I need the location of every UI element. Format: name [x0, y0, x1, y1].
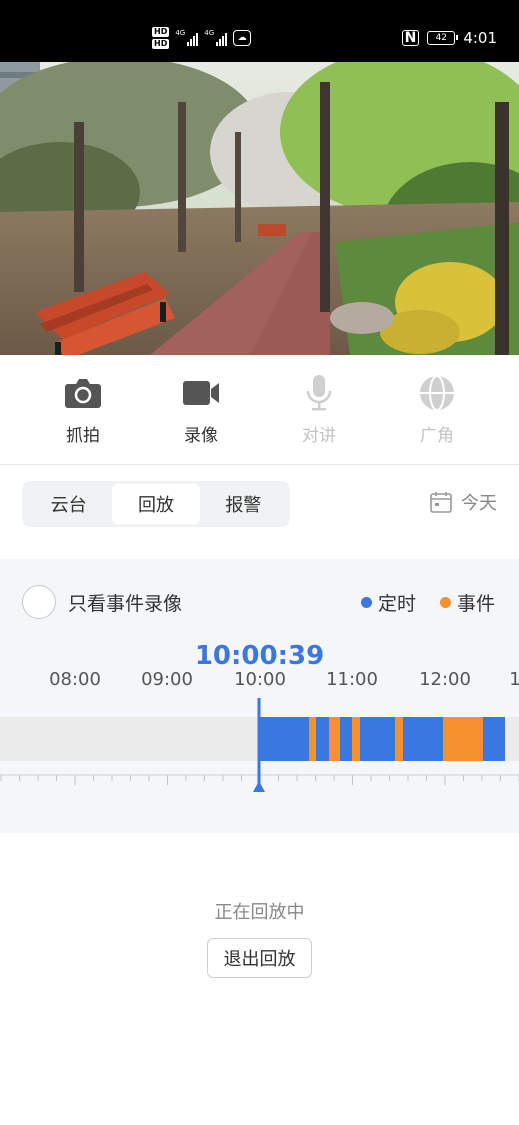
tick-label-1000: 10:00 [234, 669, 286, 690]
timeline-legend: 定时 事件 [360, 589, 495, 616]
signal-icon-2: 4G [204, 29, 228, 46]
event-segment [352, 717, 360, 761]
legend-event-label: 事件 [456, 593, 495, 615]
legend-scheduled-label: 定时 [377, 593, 416, 615]
date-picker-button[interactable]: 今天 [429, 489, 497, 515]
current-playback-time: 10:00:39 [194, 641, 325, 671]
legend-scheduled: 定时 [360, 589, 416, 616]
snapshot-button[interactable]: 抓拍 [43, 373, 123, 446]
event-segment [443, 717, 483, 761]
mode-tabs: 云台 回放 报警 [22, 481, 290, 527]
tab-alarm[interactable]: 报警 [200, 484, 287, 524]
globe-icon [397, 373, 477, 413]
signal-icon-1: 4G [175, 29, 199, 46]
control-toolbar: 抓拍 录像 对讲 广角 [0, 355, 519, 465]
mode-tab-row: 云台 回放 报警 今天 [0, 465, 519, 557]
video-icon [161, 373, 241, 413]
legend-scheduled-dot [360, 597, 372, 608]
status-right: N 42 4:01 [401, 24, 497, 52]
hd-indicators: HD HD [152, 27, 170, 49]
intercom-button[interactable]: 对讲 [279, 373, 359, 446]
network-type-1: 4G [175, 29, 186, 37]
hd-badge-2: HD [152, 39, 170, 49]
event-only-label: 只看事件录像 [68, 592, 183, 615]
event-segment [329, 717, 340, 761]
playback-timeline[interactable] [0, 695, 519, 795]
tab-ptz[interactable]: 云台 [25, 484, 112, 524]
event-only-radio[interactable] [22, 585, 56, 619]
playback-panel: 只看事件录像 定时 事件 10:00:39 08:00 09:00 10:00 … [0, 559, 519, 833]
camera-scene-image [0, 62, 519, 355]
camera-icon [43, 373, 123, 413]
calendar-icon [430, 492, 452, 513]
exit-playback-button[interactable]: 退出回放 [207, 938, 312, 978]
event-segment [395, 717, 403, 761]
record-label: 录像 [184, 426, 218, 446]
nfc-icon: N [401, 30, 420, 46]
wide-angle-label: 广角 [420, 426, 454, 446]
hd-badge-1: HD [152, 27, 170, 37]
camera-video-view[interactable] [0, 62, 519, 355]
legend-event: 事件 [439, 589, 495, 616]
tab-playback[interactable]: 回放 [112, 484, 200, 524]
date-label: 今天 [461, 493, 497, 514]
playback-status: 正在回放中 [214, 902, 305, 923]
battery-icon: 42 [427, 31, 459, 45]
playhead-marker[interactable] [253, 781, 265, 792]
snapshot-label: 抓拍 [66, 426, 100, 446]
microphone-icon [279, 373, 359, 413]
status-left: HD HD 4G 4G ☁ [152, 24, 252, 52]
cloud-app-icon: ☁ [233, 30, 252, 46]
intercom-label: 对讲 [302, 426, 336, 446]
wide-angle-button[interactable]: 广角 [397, 373, 477, 446]
legend-event-dot [439, 597, 451, 608]
tick-label-1200: 12:00 [419, 669, 471, 690]
status-bar: HD HD 4G 4G ☁ N 42 4:01 [0, 0, 519, 62]
record-button[interactable]: 录像 [161, 373, 241, 446]
tick-label-0800: 08:00 [49, 669, 101, 690]
clock: 4:01 [463, 29, 497, 47]
network-type-2: 4G [204, 29, 215, 37]
event-only-filter[interactable]: 只看事件录像 [22, 585, 182, 619]
tick-label-0900: 09:00 [141, 669, 193, 690]
tick-label-1100: 11:00 [326, 669, 378, 690]
event-segment [309, 717, 316, 761]
tick-label-next: 1 [509, 669, 519, 690]
